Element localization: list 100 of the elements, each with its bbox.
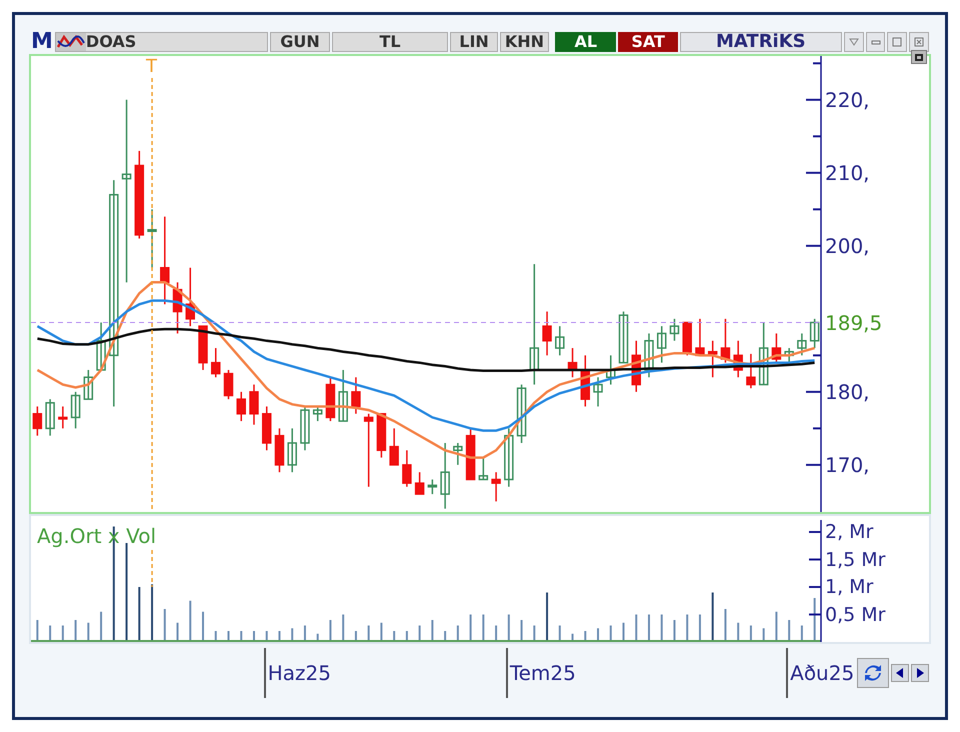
buy-button[interactable]: AL: [555, 32, 616, 52]
candlestick: [606, 355, 616, 385]
scroll-left-button[interactable]: [891, 664, 909, 682]
volume-bar: [660, 614, 663, 642]
volume-bar: [508, 614, 510, 642]
candlestick: [504, 428, 514, 487]
candlestick: [172, 282, 182, 334]
volume-tick-label: 1,5 Mr: [825, 550, 886, 570]
volume-bar: [456, 626, 459, 642]
candlestick: [70, 392, 80, 428]
volume-bar: [176, 622, 179, 642]
toolbar-button[interactable]: GUN: [270, 32, 330, 52]
volume-bar: [686, 614, 688, 642]
candlestick: [198, 325, 208, 370]
dropdown-button[interactable]: [844, 32, 864, 52]
volume-bar: [87, 622, 90, 642]
left-arrow-icon: [895, 668, 905, 678]
volume-bar: [266, 631, 268, 642]
time-tick-label: Tem25: [510, 660, 576, 687]
volume-bar: [724, 609, 726, 642]
candlestick: [632, 340, 641, 392]
candlestick: [351, 377, 361, 414]
volume-bar: [316, 634, 319, 642]
candlestick: [810, 318, 820, 348]
maximize-button[interactable]: [887, 32, 908, 52]
dropdown-icon: [848, 38, 859, 46]
minimize-icon: [870, 38, 881, 46]
volume-bar: [775, 612, 778, 642]
candlestick: [656, 326, 666, 363]
volume-bar: [635, 614, 638, 642]
volume-bar: [584, 631, 586, 642]
volume-tick-label: 1, Mr: [825, 578, 874, 597]
candlestick: [428, 480, 438, 494]
candlestick: [249, 384, 259, 425]
volume-bar: [482, 614, 484, 642]
candlestick: [618, 312, 628, 364]
candlestick: [746, 354, 756, 388]
right-arrow-icon: [915, 668, 925, 678]
volume-bar: [393, 631, 396, 642]
minimize-button[interactable]: [866, 32, 886, 52]
brand-label: MATRiKS: [680, 32, 842, 52]
price-tick-label: 200,: [825, 236, 870, 256]
toolbar-button[interactable]: LIN: [450, 32, 498, 52]
volume-bar: [291, 628, 294, 642]
time-tick-label: Aðu25: [790, 660, 854, 687]
candlestick: [772, 333, 782, 363]
candlestick: [186, 268, 196, 326]
candlestick: [555, 326, 565, 356]
volume-bar: [800, 626, 803, 642]
toolbar-button[interactable]: KHN: [500, 32, 550, 52]
volume-bar: [572, 634, 574, 642]
volume-bar: [558, 626, 561, 642]
sell-button[interactable]: SAT: [618, 32, 678, 52]
volume-tick-label: 0,5 Mr: [825, 606, 886, 624]
candlestick: [236, 392, 246, 422]
volume-bar: [189, 600, 192, 642]
volume-bar: [202, 612, 204, 642]
price-tick-label: 170,: [825, 454, 870, 475]
candlestick: [440, 442, 450, 509]
corner-button[interactable]: [911, 50, 927, 64]
candlestick: [695, 318, 705, 356]
volume-bar: [342, 614, 344, 642]
volume-bar: [214, 631, 217, 642]
candlestick: [758, 322, 768, 386]
candlestick: [224, 370, 234, 400]
volume-bar: [278, 631, 280, 642]
refresh-icon: [863, 663, 883, 683]
candlestick: [211, 348, 220, 378]
volume-bar: [380, 622, 382, 642]
volume-bar: [151, 584, 154, 642]
marker-line: [151, 550, 153, 587]
time-tick: [506, 648, 508, 698]
volume-bar: [788, 620, 790, 642]
close-button[interactable]: [909, 32, 929, 52]
volume-bar: [368, 626, 370, 642]
candlestick: [338, 370, 348, 422]
volume-bar: [814, 598, 816, 642]
candlestick: [376, 413, 386, 458]
volume-bar: [648, 614, 650, 642]
volume-bar: [698, 614, 701, 642]
volume-bar: [100, 612, 102, 642]
volume-bar: [520, 620, 523, 642]
volume-bar: [737, 622, 740, 642]
scroll-right-button[interactable]: [911, 664, 929, 682]
volume-bar: [164, 609, 166, 642]
volume-bar: [62, 626, 64, 642]
candlestick: [568, 348, 578, 378]
candlestick: [84, 370, 94, 400]
volume-bar: [431, 620, 434, 642]
refresh-button[interactable]: [857, 658, 889, 688]
chart-type-icon[interactable]: [56, 33, 86, 51]
volume-bar: [354, 631, 357, 642]
candlestick: [670, 318, 680, 341]
volume-bar: [750, 626, 752, 642]
volume-bar: [240, 631, 242, 642]
maximize-icon: [892, 37, 902, 47]
time-tick: [786, 648, 788, 698]
volume-bar: [762, 628, 765, 642]
toolbar-button[interactable]: TL: [332, 32, 448, 52]
volume-bar: [495, 626, 498, 642]
